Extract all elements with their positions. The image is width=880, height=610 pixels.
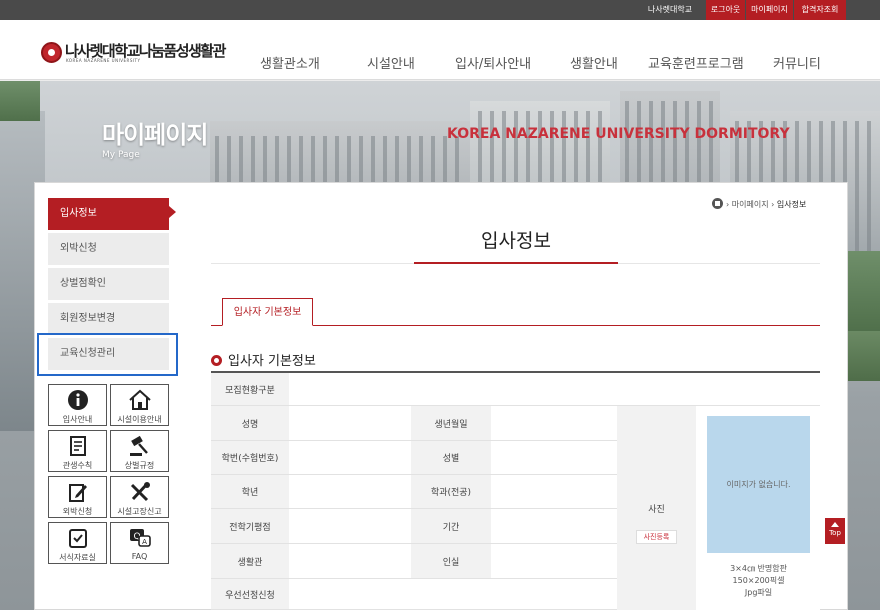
quick-link-penalty-rules[interactable]: 상벌규정	[110, 430, 169, 472]
label-major: 학과(전공)	[411, 475, 491, 509]
admission-result-link[interactable]: 합격자조회	[794, 0, 846, 20]
nav-admission[interactable]: 입사/퇴사안내	[455, 53, 531, 72]
photo-placeholder: 이미지가 없습니다.	[707, 416, 810, 553]
nav-facilities[interactable]: 시설안내	[367, 53, 415, 72]
value-gpa	[289, 509, 411, 544]
quick-link-facility-guide[interactable]: 시설이용안내	[110, 384, 169, 426]
breadcrumb-current: 입사정보	[776, 200, 807, 209]
breadcrumb: › 마이페이지 › 입사정보	[712, 198, 806, 210]
value-recruitment-type	[289, 373, 820, 406]
label-gender: 성별	[411, 441, 491, 475]
value-student-id	[289, 441, 411, 475]
photo-note-line: Jpg파일	[744, 588, 773, 597]
value-name	[289, 406, 411, 441]
nav-about[interactable]: 생활관소개	[260, 53, 320, 72]
label-recruitment-type: 모집현황구분	[211, 373, 289, 406]
focus-highlight	[37, 333, 178, 376]
quick-link-faq[interactable]: QA FAQ	[110, 522, 169, 564]
quick-link-label: 시설이용안내	[117, 415, 162, 424]
label-dormitory: 생활관	[211, 544, 289, 579]
nav-community[interactable]: 커뮤니티	[773, 53, 821, 72]
nav-training[interactable]: 교육훈련프로그램	[648, 53, 744, 72]
value-room-type	[491, 544, 617, 579]
archive-icon	[49, 526, 106, 550]
section-title: 입사자 기본정보	[211, 350, 316, 369]
header: 나사렛대학교나눔품성생활관 KOREA NAZARENE UNIVERSITY …	[0, 20, 880, 80]
quick-link-label: 시설고장신고	[117, 507, 162, 516]
value-priority	[289, 579, 617, 610]
sidebar-item-overnight[interactable]: 외박신청	[48, 233, 169, 265]
label-period: 기간	[411, 509, 491, 544]
breadcrumb-item[interactable]: 마이페이지	[732, 200, 769, 209]
logo-subtext: KOREA NAZARENE UNIVERSITY	[66, 58, 141, 63]
label-name: 성명	[211, 406, 289, 441]
utility-bar: 나사렛대학교 로그아웃 마이페이지 합격자조회	[0, 0, 880, 20]
tools-icon	[111, 480, 168, 504]
quick-link-label: 관생수칙	[62, 461, 93, 470]
photo-note-line: 3×4㎝ 반명함판	[730, 564, 787, 573]
section-title-text: 입사자 기본정보	[228, 354, 316, 369]
university-link[interactable]: 나사렛대학교	[643, 0, 697, 20]
quick-link-forms[interactable]: 서식자료실	[48, 522, 107, 564]
photo-note-line: 150×200픽셀	[732, 576, 785, 585]
quick-link-label: 외박신청	[62, 507, 93, 516]
photo-upload-button[interactable]: 사진등록	[636, 530, 677, 544]
breadcrumb-separator-icon: ›	[726, 200, 730, 209]
bullet-icon	[211, 355, 222, 366]
document-icon	[49, 434, 106, 458]
nav-living-guide[interactable]: 생활안내	[570, 53, 618, 72]
sidebar-item-merit-points[interactable]: 상벌점확인	[48, 268, 169, 300]
quick-link-label: 서식자료실	[59, 553, 96, 562]
title-underline	[414, 262, 618, 264]
quick-link-label: 입사안내	[62, 415, 93, 424]
value-birth-date	[491, 406, 617, 441]
label-room-type: 인실	[411, 544, 491, 579]
quick-link-admission-guide[interactable]: 입사안내	[48, 384, 107, 426]
label-priority: 우선선정신청	[211, 579, 289, 610]
value-dormitory	[289, 544, 411, 579]
breadcrumb-separator-icon: ›	[771, 200, 775, 209]
university-seal-icon[interactable]	[41, 42, 62, 63]
value-major	[491, 475, 617, 509]
quick-link-rules[interactable]: 관생수칙	[48, 430, 107, 472]
arrow-up-icon	[831, 522, 839, 527]
scroll-top-button[interactable]: Top	[825, 518, 845, 544]
label-grade: 학년	[211, 475, 289, 509]
photo-label-cell: 사진	[617, 406, 696, 610]
hero-subtitle: My Page	[102, 150, 140, 160]
label-birth-date: 생년월일	[411, 406, 491, 441]
quick-link-overnight[interactable]: 외박신청	[48, 476, 107, 518]
value-grade	[289, 475, 411, 509]
logout-link[interactable]: 로그아웃	[706, 0, 745, 20]
page-title: 입사정보	[481, 230, 551, 252]
value-period	[491, 509, 617, 544]
quick-link-label: FAQ	[131, 552, 148, 561]
label-student-id: 학번(수험번호)	[211, 441, 289, 475]
faq-icon: QA	[111, 526, 168, 550]
home-icon[interactable]	[712, 198, 723, 209]
hero-title: 마이페이지	[102, 121, 208, 149]
quick-link-repair-report[interactable]: 시설고장신고	[110, 476, 169, 518]
label-photo: 사진	[648, 504, 665, 515]
active-indicator-icon	[169, 206, 176, 218]
tab-basic-info[interactable]: 입사자 기본정보	[222, 298, 313, 326]
scroll-top-label: Top	[829, 529, 841, 537]
value-gender	[491, 441, 617, 475]
sidebar-item-admission-info[interactable]: 입사정보	[48, 198, 169, 230]
svg-text:A: A	[142, 538, 147, 546]
house-icon	[111, 388, 168, 412]
edit-icon	[49, 480, 106, 504]
hero-banner-text: KOREA NAZARENE UNIVERSITY DORMITORY	[447, 126, 790, 142]
info-icon	[49, 388, 106, 412]
sidebar-item-member-info[interactable]: 회원정보변경	[48, 303, 169, 335]
mypage-link[interactable]: 마이페이지	[746, 0, 793, 20]
gavel-icon	[111, 434, 168, 458]
label-gpa: 전학기평점	[211, 509, 289, 544]
photo-requirements: 3×4㎝ 반명함판 150×200픽셀 Jpg파일	[707, 563, 810, 599]
quick-link-label: 상벌규정	[124, 461, 155, 470]
